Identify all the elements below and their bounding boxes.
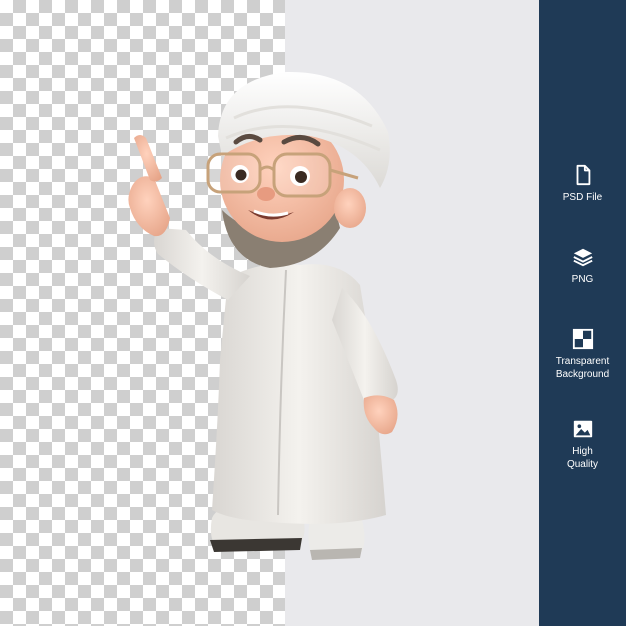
robe [212, 263, 386, 524]
feature-label: High Quality [566, 446, 599, 470]
image-icon [573, 420, 592, 438]
right-shoe [308, 520, 365, 560]
feature-high-quality: High Quality [539, 418, 626, 471]
cartoon-man-illustration [128, 71, 398, 560]
feature-transparent-background: Transparent Background [539, 328, 626, 381]
preview-canvas [0, 0, 539, 626]
feature-label: PNG [571, 274, 594, 285]
layers-icon [572, 248, 593, 267]
feature-png: PNG [539, 246, 626, 286]
file-icon [576, 164, 590, 186]
pointing-hand [128, 135, 170, 237]
features-sidebar: PSD File PNG Transparent Background High… [539, 0, 626, 626]
feature-label: PSD File [562, 192, 603, 203]
feature-label: Transparent Background [555, 356, 610, 380]
checkerboard-icon [572, 328, 593, 350]
ear [334, 188, 366, 228]
feature-psd-file: PSD File [539, 164, 626, 204]
